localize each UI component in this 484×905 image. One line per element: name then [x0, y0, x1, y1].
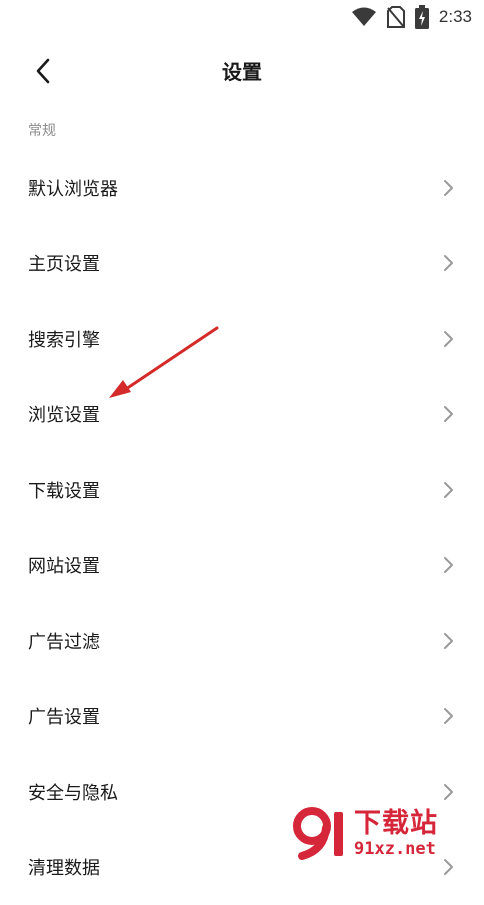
settings-item-label: 广告设置 [28, 703, 100, 729]
page-title: 设置 [0, 56, 484, 85]
chevron-right-icon [442, 179, 454, 197]
settings-item-label: 下载设置 [28, 477, 100, 503]
settings-item-label: 清理数据 [28, 854, 100, 880]
settings-item-ad-filter[interactable]: 广告过滤 [0, 603, 484, 679]
battery-charging-icon [415, 5, 429, 29]
settings-item-label: 主页设置 [28, 250, 100, 276]
settings-item-label: 广告过滤 [28, 628, 100, 654]
settings-item-label: 安全与隐私 [28, 779, 118, 805]
app-bar: 设置 [0, 44, 484, 96]
settings-item-site[interactable]: 网站设置 [0, 528, 484, 604]
no-sim-icon [387, 6, 405, 28]
wifi-icon [351, 7, 377, 27]
settings-item-label: 网站设置 [28, 552, 100, 578]
chevron-right-icon [442, 783, 454, 801]
settings-item-label: 默认浏览器 [28, 175, 118, 201]
watermark-title: 下载站 [354, 809, 438, 839]
settings-item-label: 搜索引擎 [28, 326, 100, 352]
chevron-right-icon [442, 632, 454, 650]
settings-item-label: 浏览设置 [28, 401, 100, 427]
settings-item-ad-settings[interactable]: 广告设置 [0, 679, 484, 755]
settings-item-homepage[interactable]: 主页设置 [0, 226, 484, 302]
chevron-right-icon [442, 254, 454, 272]
settings-list: 默认浏览器 主页设置 搜索引擎 浏览设置 下载设置 网站设置 广告过滤 广告设置… [0, 150, 484, 905]
chevron-right-icon [442, 481, 454, 499]
chevron-right-icon [442, 707, 454, 725]
settings-item-download[interactable]: 下载设置 [0, 452, 484, 528]
status-time: 2:33 [439, 7, 472, 27]
section-header-general: 常规 [28, 120, 56, 140]
chevron-right-icon [442, 330, 454, 348]
settings-item-search-engine[interactable]: 搜索引擎 [0, 301, 484, 377]
settings-item-default-browser[interactable]: 默认浏览器 [0, 150, 484, 226]
status-bar: 2:33 [0, 0, 484, 34]
chevron-right-icon [442, 556, 454, 574]
watermark-logo: 下载站 91xz.net [290, 806, 478, 862]
settings-item-browsing[interactable]: 浏览设置 [0, 377, 484, 453]
watermark-url: 91xz.net [354, 839, 438, 859]
watermark-91-icon [290, 806, 352, 862]
chevron-right-icon [442, 405, 454, 423]
